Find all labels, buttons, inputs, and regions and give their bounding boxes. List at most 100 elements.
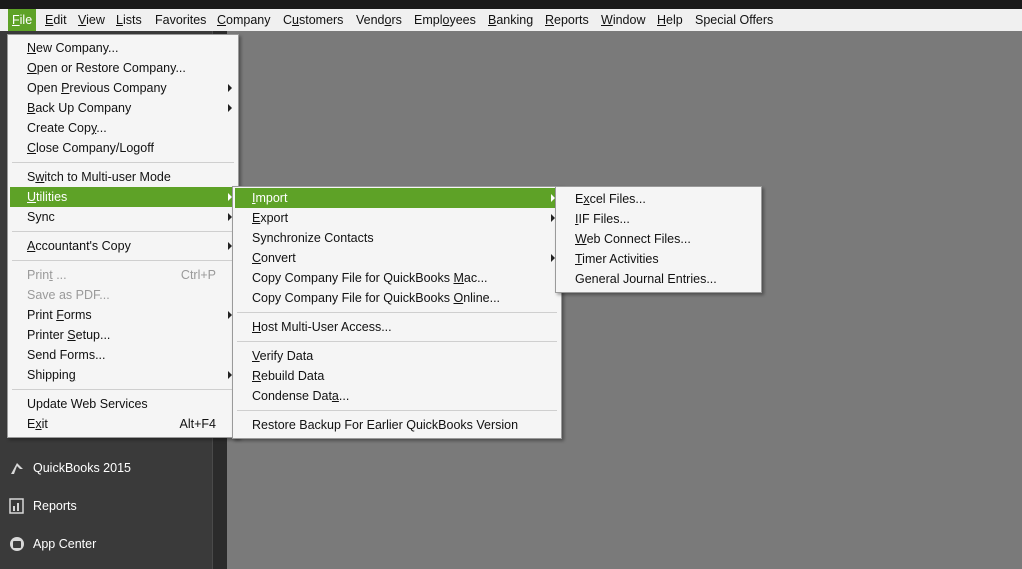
nav-label: Reports (33, 499, 77, 513)
menu-item-print-forms[interactable]: Print Forms (10, 305, 236, 325)
menu-favorites[interactable]: Favorites (151, 9, 210, 31)
reports-icon (8, 498, 26, 514)
menu-item-label: Utilities (27, 190, 68, 204)
menu-item-timer-activities[interactable]: Timer Activities (558, 249, 759, 269)
menu-customers[interactable]: Customers (279, 9, 347, 31)
menu-separator (237, 341, 557, 342)
menu-item-switch-multi-user[interactable]: Switch to Multi-user Mode (10, 167, 236, 187)
menu-item-label: Shipping (27, 368, 76, 382)
menu-label: Window (601, 13, 646, 27)
menu-file[interactable]: File (8, 9, 37, 31)
menu-label: Help (657, 13, 683, 27)
menu-item-restore-backup-earlier[interactable]: Restore Backup For Earlier QuickBooks Ve… (235, 415, 559, 435)
shortcut-text: Ctrl+P (180, 268, 216, 282)
menu-item-label: Condense Data... (252, 389, 350, 403)
menu-company[interactable]: Company (213, 9, 275, 31)
menu-item-label: IIF Files... (575, 212, 630, 226)
submenu-arrow-icon (228, 104, 232, 112)
title-strip (0, 0, 1022, 9)
menu-item-utilities[interactable]: Utilities (10, 187, 236, 207)
menu-item-label: Update Web Services (27, 397, 148, 411)
menu-label: Edit (45, 13, 67, 27)
menu-label: Customers (283, 13, 344, 27)
menu-item-accountants-copy[interactable]: Accountant's Copy (10, 236, 236, 256)
menu-bar: File Edit View Lists Favorites Company C… (0, 9, 1022, 32)
menu-item-open-previous-company[interactable]: Open Previous Company (10, 78, 236, 98)
menu-item-update-web-services[interactable]: Update Web Services (10, 394, 236, 414)
menu-item-new-company[interactable]: New Company... (10, 38, 236, 58)
menu-separator (12, 162, 234, 163)
menu-item-label: Open Previous Company (27, 81, 167, 95)
menu-label: Favorites (155, 13, 207, 27)
menu-item-close-company[interactable]: Close Company/Logoff (10, 138, 236, 158)
menu-item-convert[interactable]: Convert (235, 248, 559, 268)
menu-item-label: Printer Setup... (27, 328, 111, 342)
menu-window[interactable]: Window (597, 9, 649, 31)
menu-special-offers[interactable]: Special Offers (691, 9, 777, 31)
menu-item-excel-files[interactable]: Excel Files... (558, 189, 759, 209)
menu-item-verify-data[interactable]: Verify Data (235, 346, 559, 366)
menu-separator (237, 312, 557, 313)
menu-item-label: Send Forms... (27, 348, 106, 362)
menu-item-host-multi-user[interactable]: Host Multi-User Access... (235, 317, 559, 337)
menu-item-import[interactable]: Import (235, 188, 559, 208)
menu-vendors[interactable]: Vendors (352, 9, 406, 31)
menu-item-rebuild-data[interactable]: Rebuild Data (235, 366, 559, 386)
menu-label: Vendors (356, 13, 402, 27)
menu-item-label: Timer Activities (575, 252, 659, 266)
utilities-submenu: Import Export Synchronize Contacts Conve… (232, 186, 562, 439)
nav-app-center[interactable]: App Center (0, 529, 212, 559)
menu-item-label: Accountant's Copy (27, 239, 131, 253)
menu-item-web-connect-files[interactable]: Web Connect Files... (558, 229, 759, 249)
menu-item-send-forms[interactable]: Send Forms... (10, 345, 236, 365)
menu-item-export[interactable]: Export (235, 208, 559, 228)
menu-label: Special Offers (695, 13, 774, 27)
menu-item-label: Rebuild Data (252, 369, 325, 383)
menu-item-sync[interactable]: Sync (10, 207, 236, 227)
menu-item-label: Convert (252, 251, 296, 265)
menu-item-save-as-pdf[interactable]: Save as PDF... (10, 285, 236, 305)
menu-item-create-copy[interactable]: Create Copy... (10, 118, 236, 138)
menu-edit[interactable]: Edit (41, 9, 71, 31)
menu-item-copy-for-mac[interactable]: Copy Company File for QuickBooks Mac... (235, 268, 559, 288)
menu-banking[interactable]: Banking (484, 9, 537, 31)
menu-view[interactable]: View (74, 9, 109, 31)
menu-item-label: Host Multi-User Access... (252, 320, 392, 334)
menu-item-label: Excel Files... (575, 192, 646, 206)
nav-label: App Center (33, 537, 97, 551)
menu-item-label: Close Company/Logoff (27, 141, 154, 155)
menu-item-label: General Journal Entries... (575, 272, 717, 286)
menu-item-label: Exit (27, 417, 48, 431)
menu-item-print[interactable]: Print ... Ctrl+P (10, 265, 236, 285)
menu-item-label: Web Connect Files... (575, 232, 691, 246)
menu-label: View (78, 13, 105, 27)
menu-item-copy-for-online[interactable]: Copy Company File for QuickBooks Online.… (235, 288, 559, 308)
menu-item-shipping[interactable]: Shipping (10, 365, 236, 385)
menu-help[interactable]: Help (653, 9, 687, 31)
menu-item-label: Import (252, 191, 288, 205)
menu-label: Company (217, 13, 271, 27)
menu-item-label: Copy Company File for QuickBooks Online.… (252, 291, 501, 305)
menu-item-synchronize-contacts[interactable]: Synchronize Contacts (235, 228, 559, 248)
menu-item-open-restore-company[interactable]: Open or Restore Company... (10, 58, 236, 78)
nav-reports[interactable]: Reports (0, 491, 212, 521)
menu-item-label: Copy Company File for QuickBooks Mac... (252, 271, 488, 285)
nav-quickbooks-2015[interactable]: QuickBooks 2015 (0, 453, 212, 483)
menu-item-label: Open or Restore Company... (27, 61, 186, 75)
menu-item-label: Sync (27, 210, 55, 224)
menu-item-condense-data[interactable]: Condense Data... (235, 386, 559, 406)
menu-item-printer-setup[interactable]: Printer Setup... (10, 325, 236, 345)
menu-reports[interactable]: Reports (541, 9, 593, 31)
menu-item-label: Save as PDF... (27, 288, 110, 302)
menu-label: Employees (414, 13, 476, 27)
menu-item-general-journal-entries[interactable]: General Journal Entries... (558, 269, 759, 289)
submenu-arrow-icon (228, 84, 232, 92)
menu-label: Banking (488, 13, 534, 27)
menu-item-back-up-company[interactable]: Back Up Company (10, 98, 236, 118)
menu-item-iif-files[interactable]: IIF Files... (558, 209, 759, 229)
arrow-up-icon (8, 460, 26, 476)
menu-lists[interactable]: Lists (112, 9, 146, 31)
menu-employees[interactable]: Employees (410, 9, 480, 31)
menu-item-label: Restore Backup For Earlier QuickBooks Ve… (252, 418, 519, 432)
menu-item-exit[interactable]: Exit Alt+F4 (10, 414, 236, 434)
